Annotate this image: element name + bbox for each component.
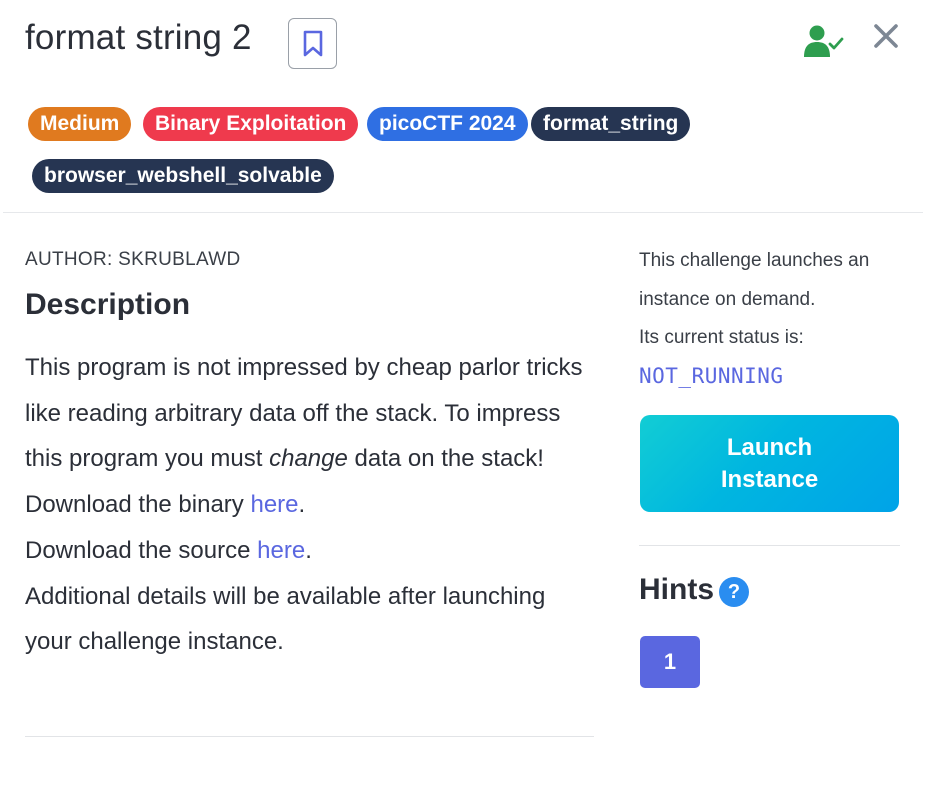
hints-heading: Hints	[639, 573, 714, 606]
hint-button-1[interactable]: 1	[640, 636, 700, 688]
tag-browser-webshell[interactable]: browser_webshell_solvable	[32, 159, 334, 193]
instance-info-text: This challenge launches an instance on d…	[639, 250, 870, 310]
description-paragraph: This program is not impressed by cheap p…	[25, 345, 595, 482]
download-source-line: Download the source here.	[25, 528, 595, 574]
period: .	[305, 536, 312, 564]
description-divider	[25, 736, 594, 737]
tag-category[interactable]: Binary Exploitation	[143, 107, 359, 141]
download-source-link[interactable]: here	[257, 537, 305, 564]
instance-status-label: Its current status is:	[639, 327, 804, 348]
additional-details: Additional details will be available aft…	[25, 582, 546, 656]
instance-info: This challenge launches an instance on d…	[639, 242, 909, 358]
download-source-text: Download the source	[25, 536, 258, 564]
download-binary-link[interactable]: here	[250, 491, 298, 518]
page-title: format string 2	[25, 18, 252, 57]
bookmark-icon	[303, 30, 322, 56]
user-check-icon[interactable]	[803, 24, 845, 58]
tag-event[interactable]: picoCTF 2024	[367, 107, 528, 141]
bookmark-button[interactable]	[288, 18, 337, 69]
sidebar-divider	[639, 545, 900, 546]
launch-button-label-1: Launch	[726, 433, 813, 461]
download-binary-line: Download the binary here.	[25, 482, 595, 528]
launch-instance-button[interactable]: Launch Instance	[640, 415, 899, 512]
description-heading: Description	[25, 288, 191, 321]
download-binary-text: Download the binary	[25, 491, 251, 519]
close-icon[interactable]	[870, 20, 902, 52]
instance-status: NOT_RUNNING	[639, 364, 784, 388]
tag-format-string[interactable]: format_string	[531, 107, 691, 141]
help-icon[interactable]: ?	[719, 577, 749, 607]
launch-button-label-2: Instance	[720, 465, 819, 493]
header-divider	[3, 212, 923, 213]
description-text-end: data on the stack!	[347, 445, 544, 473]
period: .	[298, 491, 306, 519]
description-body: This program is not impressed by cheap p…	[25, 345, 595, 665]
emphasis-change: change	[269, 445, 348, 473]
tag-difficulty[interactable]: Medium	[28, 107, 132, 141]
author-label: AUTHOR: SKRUBLAWD	[25, 249, 241, 270]
